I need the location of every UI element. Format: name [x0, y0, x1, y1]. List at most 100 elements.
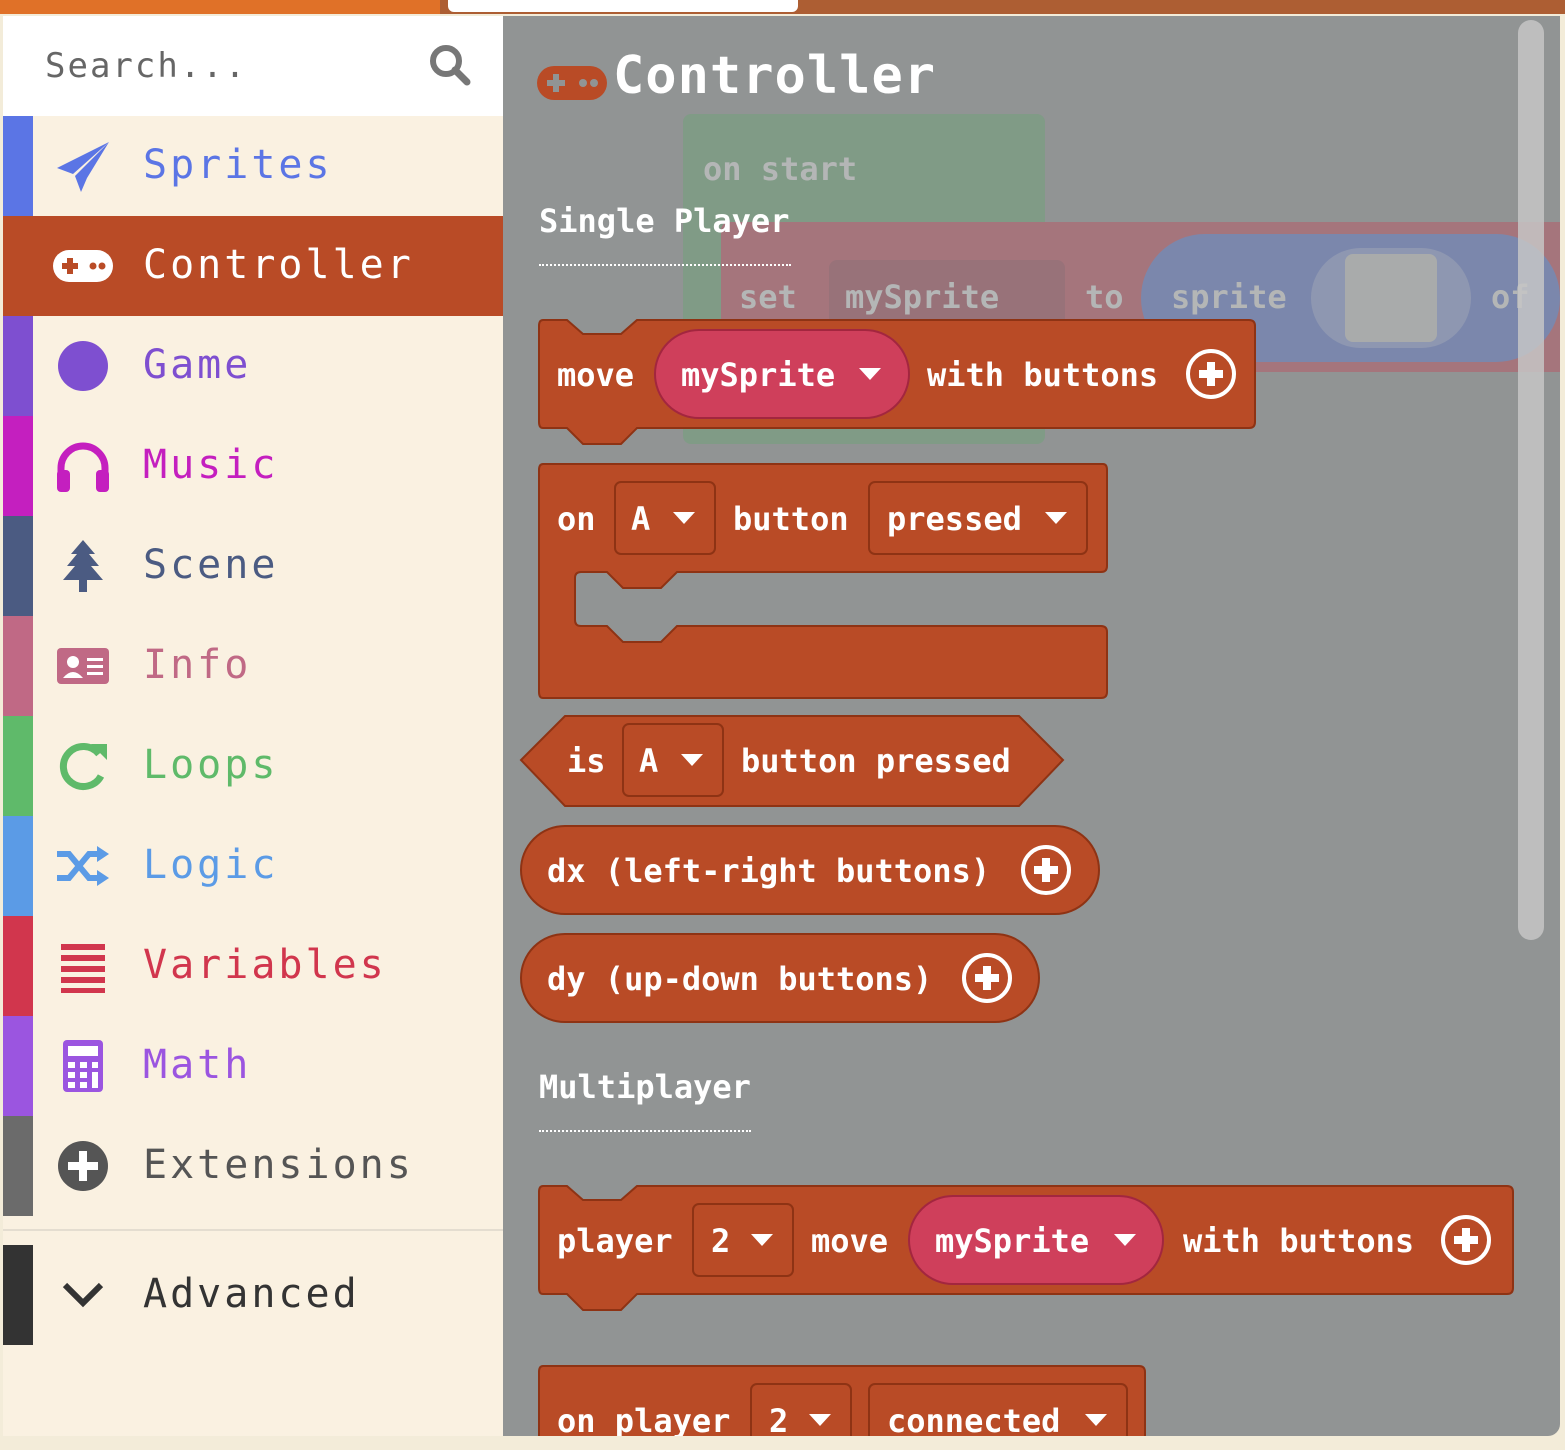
block-text-move: move — [557, 356, 634, 394]
category-scene[interactable]: Scene — [3, 516, 503, 616]
category-extensions[interactable]: Extensions — [3, 1116, 503, 1216]
headphones-icon — [57, 442, 109, 492]
category-label: Variables — [143, 942, 387, 988]
block-text-on: on — [557, 500, 596, 538]
player-number-dropdown[interactable] — [750, 1383, 852, 1436]
category-color-stripe — [3, 216, 33, 316]
workspace-set-label: set — [739, 278, 797, 316]
toolbox-divider — [3, 1229, 503, 1231]
workspace-on-start-label: on start — [703, 150, 857, 188]
category-label: Game — [143, 342, 252, 388]
category-loops[interactable]: Loops — [3, 716, 503, 816]
dy-buttons-block[interactable]: dy (up-down buttons) — [519, 932, 1043, 1026]
toolbox: Sprites Controller Game Music — [3, 16, 503, 1436]
search-icon[interactable] — [427, 42, 473, 88]
tree-icon — [63, 540, 103, 592]
search-box — [3, 16, 503, 116]
section-header-multiplayer: Multiplayer — [539, 1068, 751, 1106]
flyout-title: Controller — [613, 46, 937, 106]
category-label: Sprites — [143, 142, 333, 188]
category-label: Extensions — [143, 1142, 414, 1188]
dx-buttons-block[interactable]: dx (left-right buttons) — [519, 824, 1103, 918]
block-text-button: button — [733, 500, 849, 538]
category-label: Scene — [143, 542, 279, 588]
category-label: Info — [143, 642, 252, 688]
gamepad-icon — [53, 250, 113, 282]
category-color-stripe — [3, 716, 33, 816]
shuffle-icon — [57, 846, 109, 886]
category-controller[interactable]: Controller — [3, 216, 503, 316]
workspace-sprite-label: sprite — [1171, 278, 1287, 316]
category-color-stripe — [3, 416, 33, 516]
category-color-stripe — [3, 116, 33, 216]
category-color-stripe — [3, 316, 33, 416]
block-text-on-player: on player — [557, 1402, 730, 1436]
chevron-down-icon — [62, 1282, 104, 1308]
player-number-dropdown[interactable] — [692, 1203, 794, 1277]
category-sprites[interactable]: Sprites — [3, 116, 503, 216]
block-text-is: is — [567, 742, 606, 780]
section-header-single-player: Single Player — [539, 202, 790, 240]
player-number-label: 2 — [769, 1402, 788, 1436]
category-color-stripe — [3, 516, 33, 616]
paper-plane-icon — [57, 142, 109, 192]
is-button-pressed-block[interactable]: is A button pressed — [519, 714, 1067, 810]
flyout-scrollbar[interactable] — [1518, 20, 1544, 940]
category-music[interactable]: Music — [3, 416, 503, 516]
category-info[interactable]: Info — [3, 616, 503, 716]
category-color-stripe — [3, 616, 33, 716]
block-text-button-pressed: button pressed — [741, 742, 1011, 780]
workspace-sprite-thumb — [1345, 254, 1437, 342]
section-underline — [539, 1130, 751, 1132]
bottom-edge — [0, 1436, 1565, 1450]
block-text-move: move — [811, 1222, 888, 1260]
category-color-stripe — [3, 1116, 33, 1216]
category-color-stripe — [3, 1016, 33, 1116]
connection-event-label: connected — [887, 1402, 1060, 1436]
category-color-stripe — [3, 916, 33, 1016]
block-text-dy: dy (up-down buttons) — [547, 960, 932, 998]
advanced-toggle[interactable]: Advanced — [3, 1245, 503, 1345]
gamepad-icon — [537, 66, 607, 100]
workspace-to-label: to — [1085, 278, 1124, 316]
search-input[interactable] — [43, 40, 407, 92]
sprite-variable-label: mySprite — [681, 356, 835, 394]
section-underline — [539, 264, 791, 266]
block-text-with-buttons: with buttons — [1183, 1222, 1414, 1260]
on-button-pressed-block[interactable]: on A button pressed — [537, 462, 1113, 702]
category-variables[interactable]: Variables — [3, 916, 503, 1016]
category-game[interactable]: Game — [3, 316, 503, 416]
top-bar-tab[interactable] — [448, 0, 798, 12]
category-label: Math — [143, 1042, 252, 1088]
list-icon — [61, 944, 105, 993]
circle-icon — [58, 341, 108, 391]
category-label: Loops — [143, 742, 279, 788]
category-logic[interactable]: Logic — [3, 816, 503, 916]
block-text-player: player — [557, 1222, 673, 1260]
button-dropdown-label: A — [639, 742, 658, 780]
block-flyout: on start set mySprite to sprite of Contr… — [503, 16, 1560, 1436]
calculator-icon — [63, 1040, 103, 1092]
category-math[interactable]: Math — [3, 1016, 503, 1116]
category-label: Music — [143, 442, 279, 488]
button-dropdown[interactable] — [622, 723, 724, 797]
id-card-icon — [57, 648, 109, 684]
plus-circle-icon — [58, 1141, 108, 1191]
player-move-sprite-block[interactable]: player 2 move mySprite with buttons — [537, 1184, 1515, 1314]
category-color-stripe — [3, 816, 33, 916]
redo-icon — [59, 743, 107, 790]
button-dropdown[interactable] — [614, 481, 716, 555]
block-text-with-buttons: with buttons — [927, 356, 1158, 394]
top-bar — [0, 0, 1565, 14]
event-dropdown-label: pressed — [887, 500, 1022, 538]
category-label: Controller — [143, 242, 414, 288]
player-number-label: 2 — [711, 1222, 730, 1260]
category-label: Logic — [143, 842, 279, 888]
on-player-connected-block[interactable]: on player 2 connected — [537, 1364, 1149, 1436]
block-text-dx: dx (left-right buttons) — [547, 852, 990, 890]
advanced-label: Advanced — [143, 1271, 360, 1317]
move-sprite-with-buttons-block[interactable]: move mySprite with buttons — [537, 318, 1257, 448]
workspace-var-label: mySprite — [845, 278, 999, 316]
sprite-variable-label: mySprite — [935, 1222, 1089, 1260]
category-color-stripe — [3, 1245, 33, 1345]
